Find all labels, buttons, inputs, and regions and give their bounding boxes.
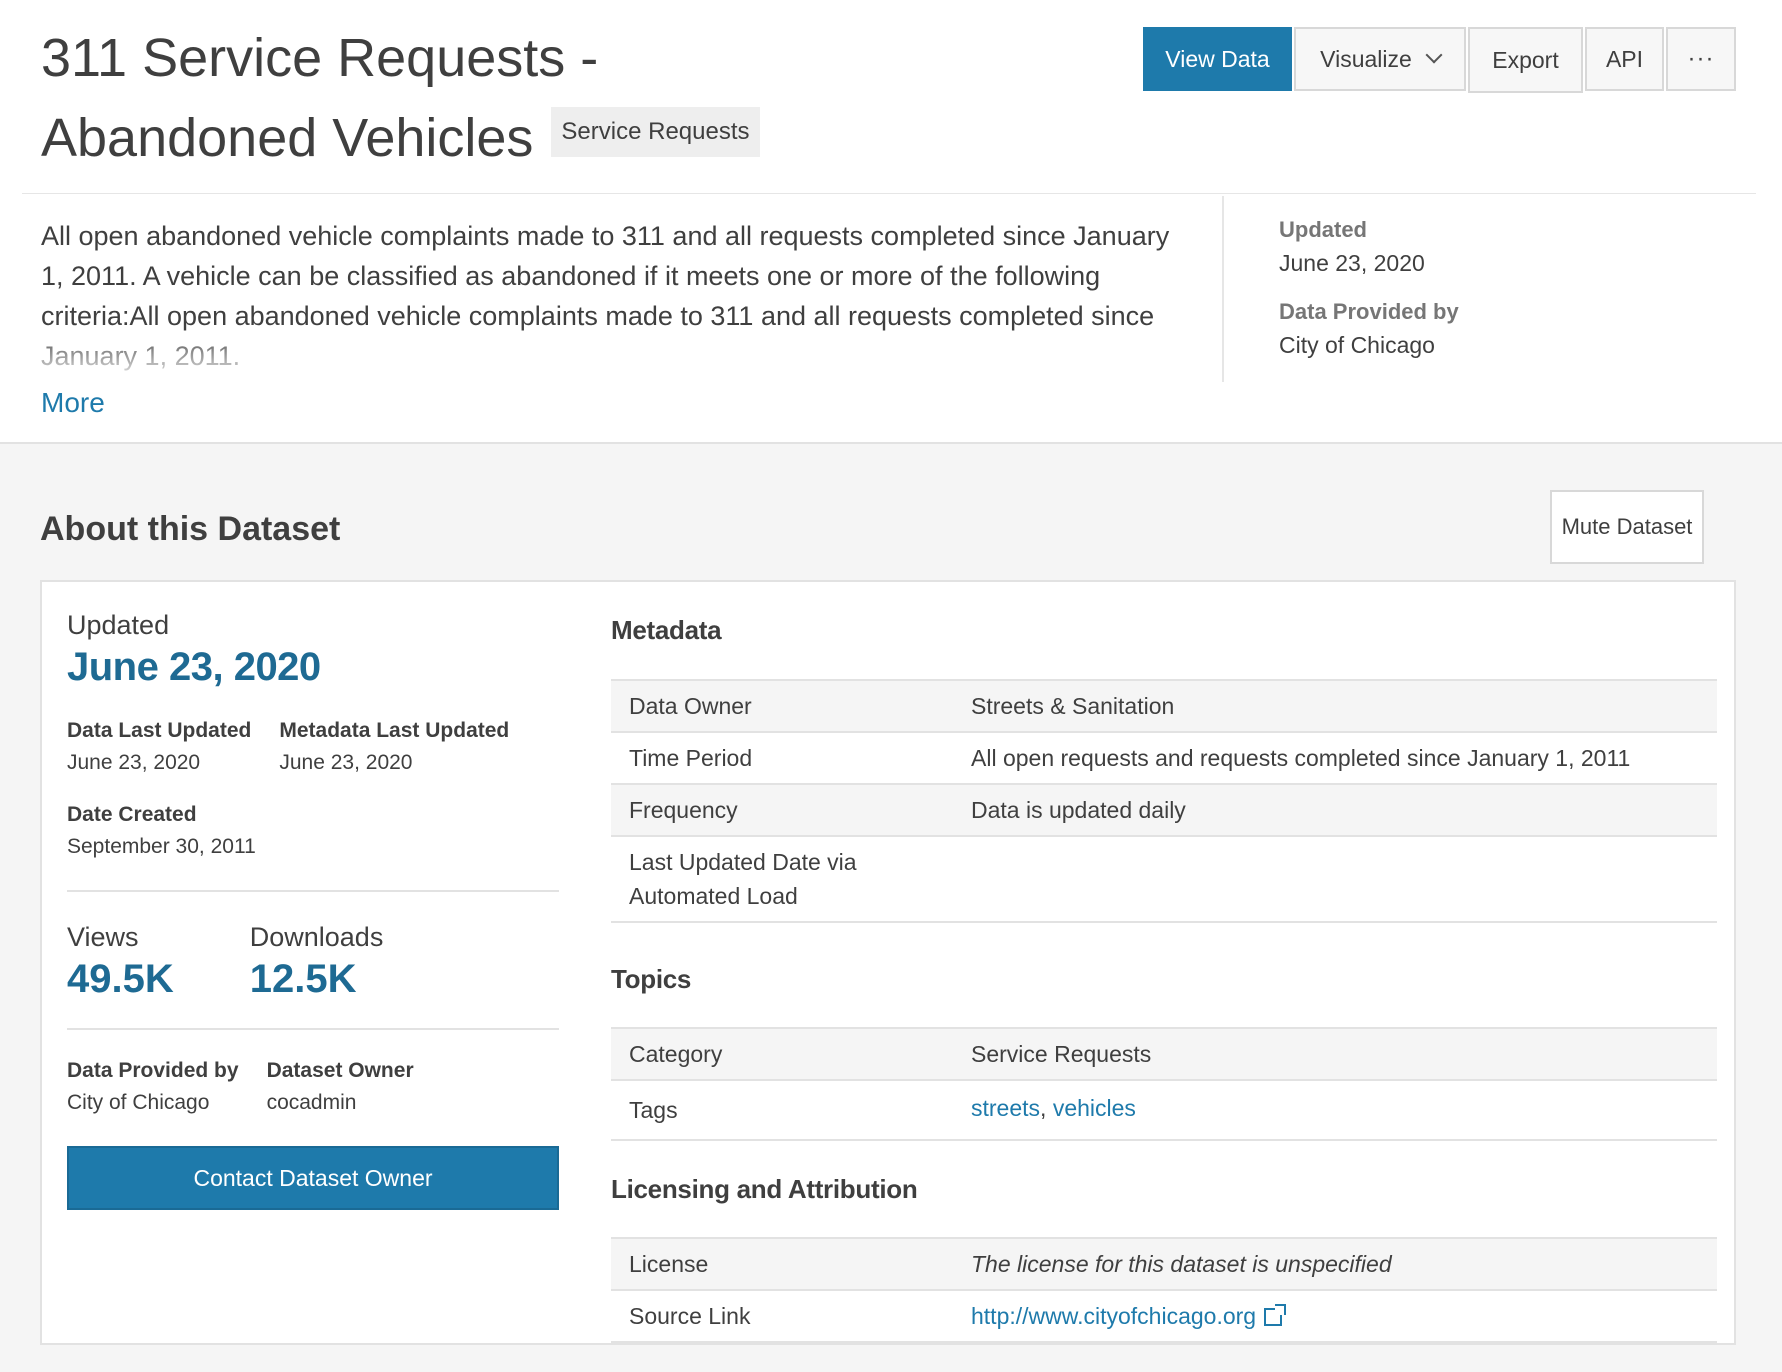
metadata-last-updated-value: June 23, 2020 <box>279 751 413 774</box>
header-side-meta: Updated June 23, 2020 Data Provided by C… <box>1279 214 1459 378</box>
dataset-owner-value: cocadmin <box>266 1091 357 1114</box>
dataset-stats: Updated June 23, 2020 Data Last Updated … <box>67 610 559 1210</box>
table-row: Source Link http://www.cityofchicago.org <box>611 1291 1717 1343</box>
table-key: Source Link <box>629 1303 751 1329</box>
table-row: Last Updated Date via Automated Load <box>611 837 1717 923</box>
more-actions-button[interactable]: ··· <box>1666 27 1736 91</box>
dataset-owner-label: Dataset Owner <box>266 1059 414 1082</box>
tag-link[interactable]: streets <box>971 1095 1040 1121</box>
license-value: The license for this dataset is unspecif… <box>971 1251 1392 1277</box>
export-button[interactable]: Export <box>1468 27 1583 93</box>
updated-value: June 23, 2020 <box>1279 250 1425 276</box>
stats-divider <box>67 890 559 892</box>
table-row: Category Service Requests <box>611 1029 1717 1081</box>
category-badge[interactable]: Service Requests <box>551 106 760 157</box>
topics-table: Category Service Requests Tags streets, … <box>611 1027 1717 1141</box>
external-link-icon[interactable] <box>1264 1304 1287 1326</box>
data-provided-by: Data Provided by City of Chicago <box>67 1056 239 1120</box>
about-title: About this Dataset <box>40 510 341 548</box>
usage-divider <box>67 1028 559 1030</box>
table-row: Frequency Data is updated daily <box>611 785 1717 837</box>
usage-stats: Views 49.5K Downloads 12.5K <box>67 922 559 1002</box>
more-link[interactable]: More <box>41 387 105 419</box>
mute-dataset-button[interactable]: Mute Dataset <box>1550 490 1704 564</box>
table-key: Last Updated Date via Automated Load <box>629 849 857 909</box>
downloads-label: Downloads <box>249 922 384 952</box>
date-created-row: Date Created September 30, 2011 <box>67 800 559 864</box>
about-section: About this Dataset Mute Dataset Updated … <box>0 444 1782 1372</box>
dataset-metadata: Metadata Data Owner Streets & Sanitation… <box>611 610 1717 1343</box>
tag-link[interactable]: vehicles <box>1053 1095 1136 1121</box>
description-fade <box>41 330 1171 376</box>
table-key: Frequency <box>629 797 738 823</box>
downloads-stat: Downloads 12.5K <box>250 922 384 1002</box>
page-title: 311 Service Requests - Abandoned Vehicle… <box>41 18 861 178</box>
downloads-count: 12.5K <box>249 957 357 1001</box>
contact-dataset-owner-button[interactable]: Contact Dataset Owner <box>67 1146 559 1210</box>
dataset-owner: Dataset Owner cocadmin <box>267 1056 414 1120</box>
licensing-table: License The license for this dataset is … <box>611 1237 1717 1343</box>
metadata-table: Data Owner Streets & Sanitation Time Per… <box>611 679 1717 923</box>
visualize-button[interactable]: Visualize <box>1294 27 1466 91</box>
metadata-heading: Metadata <box>611 615 722 645</box>
api-button[interactable]: API <box>1585 27 1664 91</box>
provided-by-label: Data Provided by <box>1279 299 1459 324</box>
vertical-divider <box>1222 196 1224 382</box>
data-last-updated-value: June 23, 2020 <box>67 751 201 774</box>
updated-date: June 23, 2020 <box>67 645 321 689</box>
action-toolbar: View Data Visualize Export API ··· <box>1141 27 1736 93</box>
dataset-title: 311 Service Requests - Abandoned Vehicle… <box>41 28 599 168</box>
table-value: Data is updated daily <box>971 797 1186 823</box>
table-row: Data Owner Streets & Sanitation <box>611 681 1717 733</box>
date-created-label: Date Created <box>67 803 197 826</box>
header-divider <box>22 193 1756 194</box>
table-value: Streets & Sanitation <box>971 693 1175 719</box>
table-key: Category <box>629 1041 723 1067</box>
source-link[interactable]: http://www.cityofchicago.org <box>971 1303 1256 1329</box>
tag-separator: , <box>1040 1095 1053 1121</box>
date-created-value: September 30, 2011 <box>67 835 256 858</box>
tags-list: streets, vehicles <box>971 1081 1717 1139</box>
provided-by-value: City of Chicago <box>1279 332 1435 358</box>
metadata-last-updated-label: Metadata Last Updated <box>279 719 510 742</box>
data-last-updated: Data Last Updated June 23, 2020 <box>67 716 251 780</box>
chevron-down-icon <box>1425 46 1443 64</box>
table-key: License <box>629 1251 709 1277</box>
table-key: Time Period <box>629 745 753 771</box>
data-last-updated-label: Data Last Updated <box>67 719 252 742</box>
data-provided-by-label: Data Provided by <box>67 1059 239 1082</box>
about-card: Updated June 23, 2020 Data Last Updated … <box>40 580 1736 1345</box>
category-value: Service Requests <box>971 1041 1152 1067</box>
visualize-label: Visualize <box>1320 45 1412 72</box>
date-created: Date Created September 30, 2011 <box>67 800 256 864</box>
update-dates-row: Data Last Updated June 23, 2020 Metadata… <box>67 716 559 780</box>
dataset-header: 311 Service Requests - Abandoned Vehicle… <box>0 0 1782 444</box>
table-key: Data Owner <box>629 693 752 719</box>
table-row: Tags streets, vehicles <box>611 1081 1717 1141</box>
topics-heading: Topics <box>611 964 692 994</box>
views-count: 49.5K <box>67 957 174 1001</box>
table-key: Tags <box>629 1097 678 1123</box>
source-link-cell: http://www.cityofchicago.org <box>971 1291 1717 1341</box>
table-value: All open requests and requests completed… <box>971 745 1631 771</box>
metadata-last-updated: Metadata Last Updated June 23, 2020 <box>279 716 509 780</box>
updated-label: Updated <box>1279 217 1367 242</box>
table-row: Time Period All open requests and reques… <box>611 733 1717 785</box>
view-data-button[interactable]: View Data <box>1143 27 1292 91</box>
views-label: Views <box>67 922 139 952</box>
ownership-row: Data Provided by City of Chicago Dataset… <box>67 1056 559 1120</box>
updated-heading: Updated <box>67 610 170 640</box>
data-provided-by-value: City of Chicago <box>67 1091 210 1114</box>
licensing-heading: Licensing and Attribution <box>611 1174 918 1204</box>
table-value <box>971 837 1717 921</box>
views-stat: Views 49.5K <box>67 922 174 1002</box>
table-row: License The license for this dataset is … <box>611 1239 1717 1291</box>
